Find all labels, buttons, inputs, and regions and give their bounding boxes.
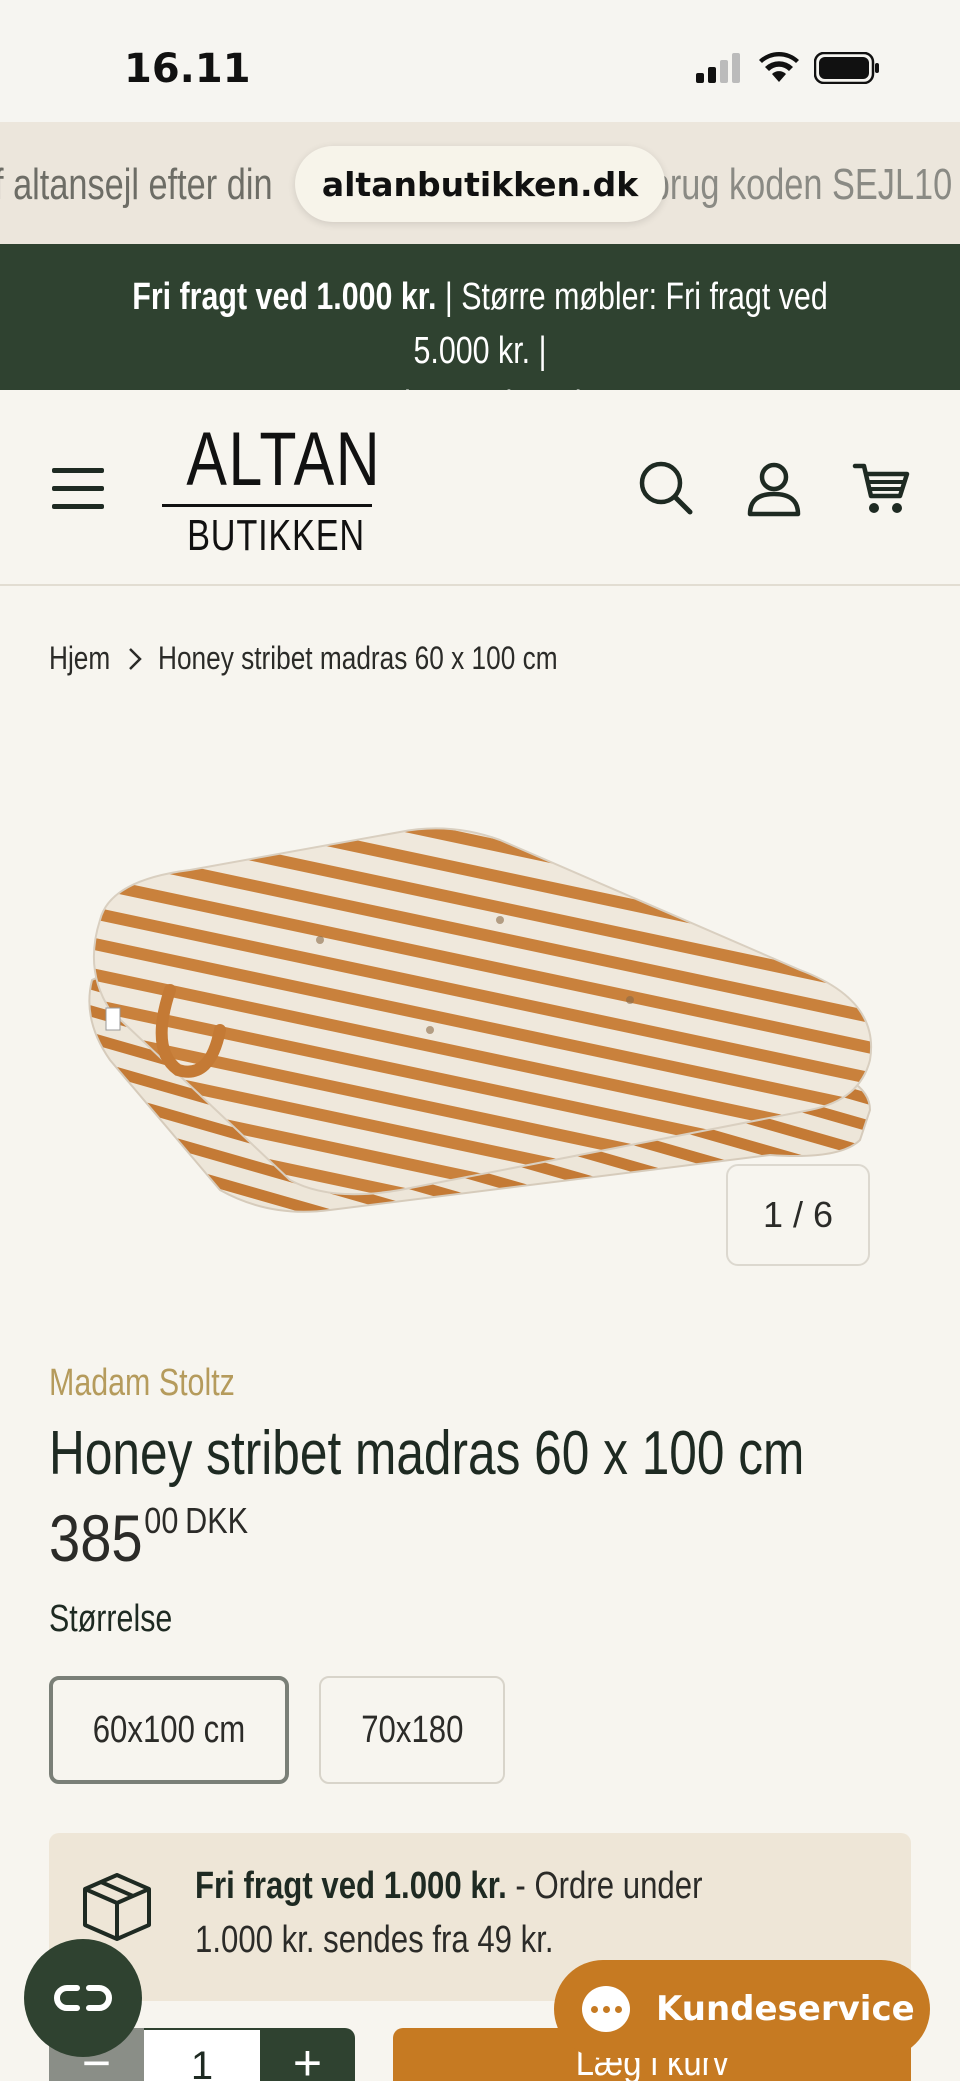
status-icons (696, 52, 880, 84)
quantity-input[interactable]: 1 (144, 2028, 260, 2081)
promo-ticker-right-text: g brug koden SEJL10 (621, 160, 952, 209)
shipping-announcement: Fri fragt ved 1.000 kr. | Større møbler:… (0, 244, 960, 426)
breadcrumb-home[interactable]: Hjem (49, 640, 110, 677)
product-vendor[interactable]: Madam Stoltz (49, 1362, 235, 1405)
logo-top-text: ALTAN (186, 417, 382, 502)
loyalty-widget-button[interactable] (24, 1939, 142, 2057)
package-box-icon (83, 1873, 151, 1941)
battery-icon (814, 52, 879, 84)
size-option-70x180[interactable]: 70x180 (319, 1676, 505, 1784)
infinity-link-icon (54, 1985, 112, 2011)
cellular-signal-icon (696, 53, 740, 83)
logo-divider (162, 504, 372, 507)
image-counter: 1 / 6 (726, 1164, 870, 1266)
cart-icon[interactable] (852, 458, 912, 518)
product-title: Honey stribet madras 60 x 100 cm (49, 1419, 805, 1488)
announcement-bold: Fri fragt ved 1.000 kr. (132, 276, 437, 318)
announcement-rest: | Større møbler: Fri fragt ved 5.000 kr.… (413, 276, 828, 372)
site-logo[interactable]: ALTAN BUTIKKEN (162, 420, 380, 560)
customer-service-button[interactable]: Kundeservice (554, 1960, 930, 2058)
wifi-icon (759, 52, 799, 82)
size-option-label: 70x180 (360, 1708, 464, 1751)
breadcrumb-current: Honey stribet madras 60 x 100 cm (157, 640, 558, 676)
breadcrumb: Hjem Honey stribet madras 60 x 100 cm (49, 640, 645, 677)
search-icon[interactable] (636, 458, 696, 518)
shipping-info-bold: Fri fragt ved 1.000 kr. (195, 1865, 507, 1907)
address-bar[interactable]: altanbutikken.dk (295, 146, 665, 222)
site-header: ALTAN BUTIKKEN (0, 390, 960, 586)
customer-service-label: Kundeservice (656, 1989, 915, 2029)
size-option-label: 60x100 cm (92, 1708, 246, 1751)
status-time: 16.11 (124, 46, 251, 92)
quantity-increase-button[interactable]: + (260, 2028, 355, 2081)
size-label: Størrelse (49, 1598, 173, 1640)
address-bar-url: altanbutikken.dk (321, 164, 639, 204)
promo-ticker-left-text: f altansejl efter din (0, 160, 273, 209)
shipping-info-text: Fri fragt ved 1.000 kr. - Ordre under 1.… (195, 1859, 769, 1967)
chevron-right-icon (128, 647, 142, 670)
product-price: 38500 DKK (49, 1500, 248, 1576)
size-option-60x100[interactable]: 60x100 cm (49, 1676, 289, 1784)
price-main: 385 (49, 1501, 143, 1575)
status-bar: 16.11 (0, 0, 960, 122)
price-cents: 00 (144, 1500, 179, 1541)
logo-bottom-text: BUTIKKEN (187, 511, 365, 560)
account-icon[interactable] (744, 458, 804, 518)
chat-bubble-icon (582, 1986, 630, 2032)
menu-icon[interactable] (52, 468, 104, 510)
price-currency: DKK (185, 1500, 249, 1541)
